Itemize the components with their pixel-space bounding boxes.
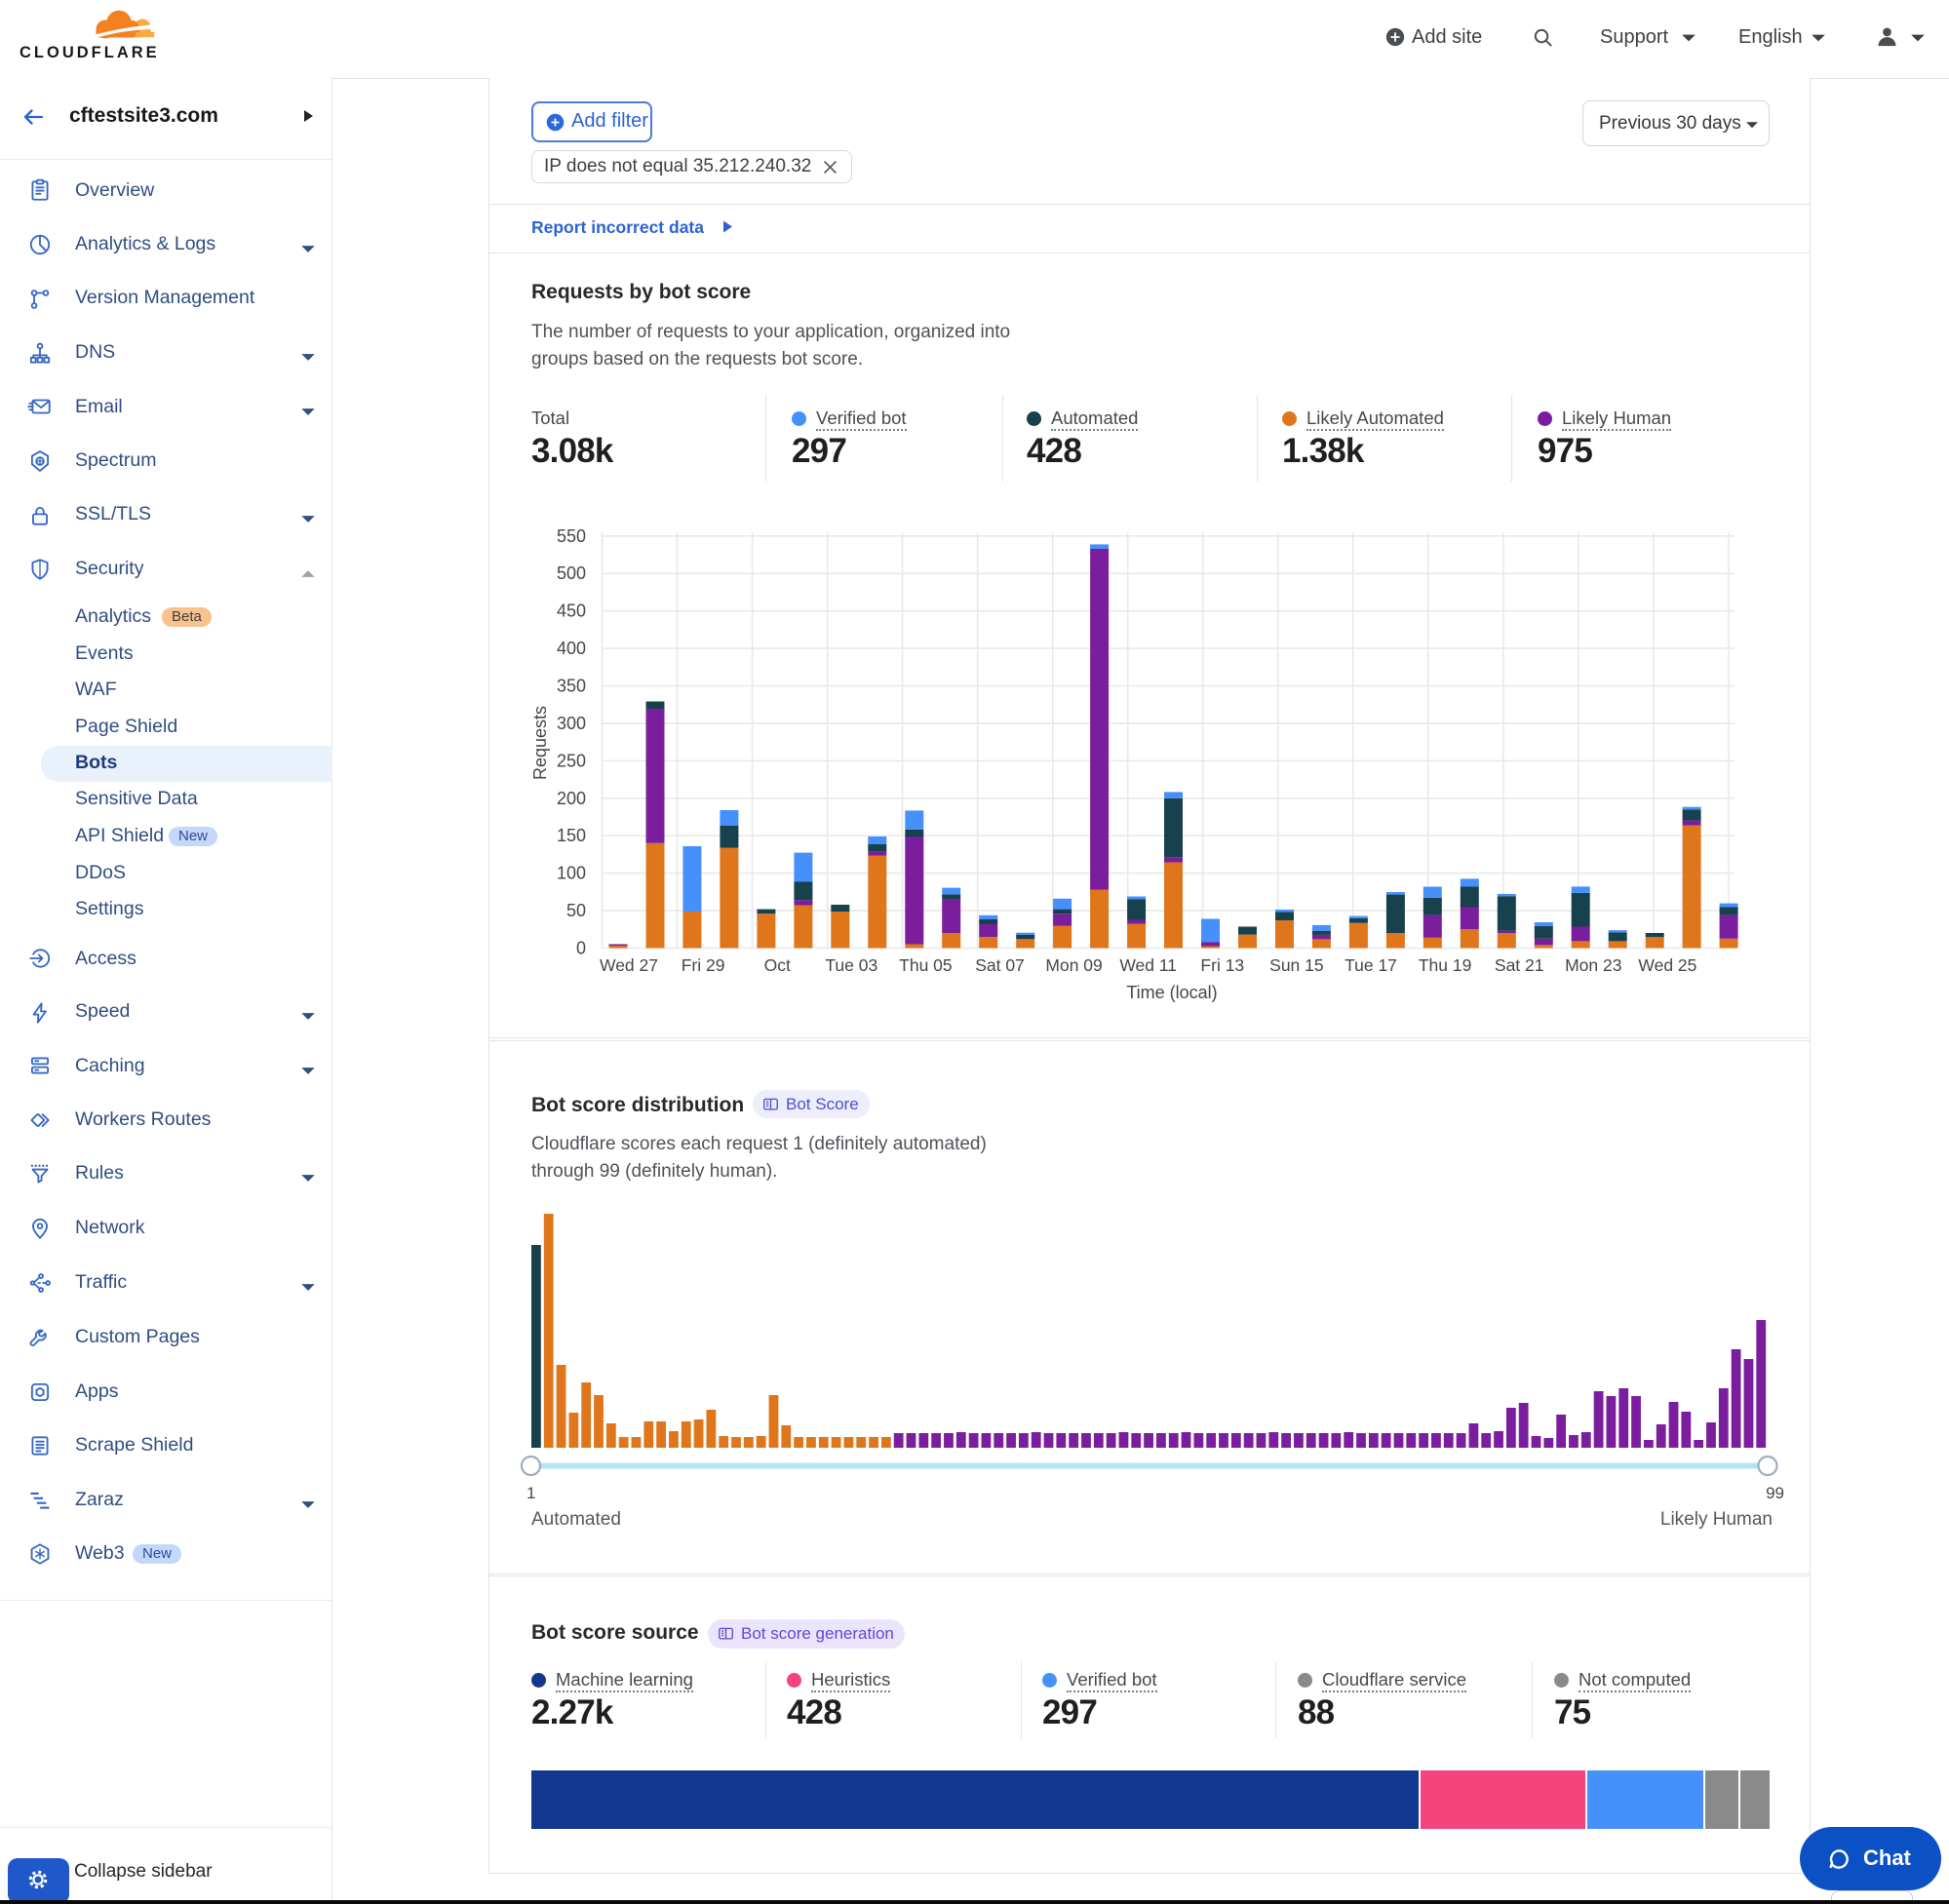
svg-text:100: 100 — [557, 864, 586, 883]
svg-text:150: 150 — [557, 826, 586, 845]
svg-text:Fri 29: Fri 29 — [682, 955, 725, 975]
svg-text:Mon 09: Mon 09 — [1045, 955, 1102, 975]
svg-text:1: 1 — [526, 1484, 535, 1502]
svg-text:Fri 13: Fri 13 — [1200, 955, 1244, 975]
svg-text:550: 550 — [557, 526, 586, 546]
svg-text:250: 250 — [557, 751, 586, 770]
svg-text:Sat 07: Sat 07 — [975, 955, 1025, 975]
svg-text:Thu 19: Thu 19 — [1419, 955, 1471, 975]
svg-text:Tue 03: Tue 03 — [825, 955, 877, 975]
svg-text:Automated: Automated — [531, 1509, 621, 1530]
svg-text:450: 450 — [557, 602, 586, 621]
svg-text:Sun 15: Sun 15 — [1269, 955, 1323, 975]
svg-text:200: 200 — [557, 789, 586, 808]
svg-text:Mon 23: Mon 23 — [1565, 955, 1621, 975]
svg-text:Oct: Oct — [764, 955, 791, 975]
svg-text:500: 500 — [557, 563, 586, 583]
svg-text:350: 350 — [557, 677, 586, 696]
svg-text:99: 99 — [1766, 1484, 1784, 1502]
svg-text:400: 400 — [557, 639, 586, 658]
svg-text:Likely Human: Likely Human — [1660, 1509, 1773, 1530]
svg-text:Sat 21: Sat 21 — [1495, 955, 1544, 975]
svg-text:Wed 27: Wed 27 — [600, 955, 658, 975]
svg-text:50: 50 — [566, 901, 586, 920]
svg-text:Thu 05: Thu 05 — [899, 955, 952, 975]
svg-text:Wed 11: Wed 11 — [1119, 955, 1177, 975]
svg-text:Tue 17: Tue 17 — [1345, 955, 1397, 975]
svg-text:Time (local): Time (local) — [1126, 983, 1217, 1002]
svg-text:0: 0 — [576, 939, 586, 958]
svg-text:Requests: Requests — [530, 706, 550, 780]
svg-text:Wed 25: Wed 25 — [1638, 955, 1696, 975]
svg-text:300: 300 — [557, 714, 586, 733]
